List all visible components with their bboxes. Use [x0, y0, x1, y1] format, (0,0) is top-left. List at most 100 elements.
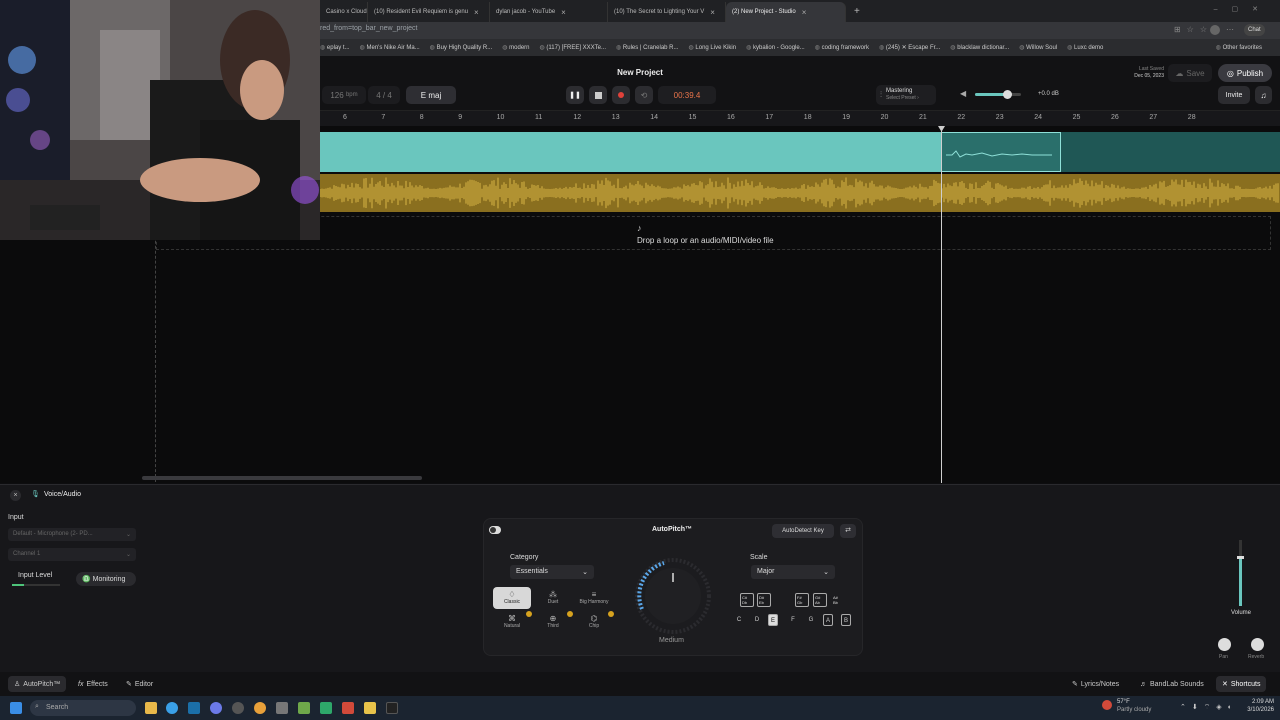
bpm-field[interactable]: 126 bpm [322, 86, 366, 104]
edge-icon[interactable] [166, 702, 178, 714]
playhead-handle[interactable] [938, 126, 945, 132]
playhead[interactable] [941, 126, 942, 483]
close-tab-icon[interactable]: × [710, 8, 715, 17]
autopitch-settings-button[interactable]: ⇄ [840, 524, 856, 538]
channel-select[interactable]: Channel 1 ⌄ [8, 548, 136, 561]
minecraft-icon[interactable] [298, 702, 310, 714]
browser-tab[interactable]: dylan jacob - YouTube × [490, 2, 608, 22]
bookmark-item[interactable]: coding framework [815, 44, 869, 51]
loop-button[interactable]: ⟲ [635, 86, 653, 104]
autodetect-key-button[interactable]: AutoDetect Key [772, 524, 834, 538]
bookmark-item[interactable]: (117) [FREE] XXXTe... [540, 44, 606, 51]
window-controls[interactable]: –▢✕ [1214, 5, 1272, 13]
reverb-knob[interactable] [1251, 638, 1264, 651]
tab-lyrics-notes[interactable]: ✎ Lyrics/Notes [1066, 676, 1125, 692]
close-tab-icon[interactable]: × [561, 8, 566, 17]
weather-icon[interactable] [1102, 700, 1112, 710]
monitoring-toggle[interactable]: ♎ Monitoring [76, 572, 136, 586]
close-panel-button[interactable]: × [10, 490, 21, 501]
bookmark-item[interactable]: blacklaw dictionar... [950, 44, 1009, 51]
preset-duet[interactable]: ⁂ Duet [534, 587, 572, 609]
drop-zone[interactable]: ♪ Drop a loop or an audio/MIDI/video fil… [156, 216, 1271, 250]
key-f[interactable]: F [788, 614, 798, 626]
stop-button[interactable] [589, 86, 607, 104]
gold-audio-region[interactable] [319, 174, 1280, 212]
obs-icon[interactable] [386, 702, 398, 714]
new-tab-button[interactable]: + [854, 6, 860, 17]
browser-tab[interactable]: (10) The Secret to Lighting Your V × [608, 2, 726, 22]
input-device-select[interactable]: Default - Microphone (2- PD... ⌄ [8, 528, 136, 541]
save-button[interactable]: ☁ Save [1168, 64, 1212, 82]
key-c[interactable]: C [734, 614, 744, 626]
steam-icon[interactable] [188, 702, 200, 714]
weather-widget[interactable]: 57°F Partly cloudy [1117, 698, 1151, 714]
project-title[interactable]: New Project [600, 68, 680, 77]
bookmark-item[interactable]: Rules | Cranelab R... [616, 44, 679, 51]
teal-selected-region[interactable] [941, 132, 1061, 172]
pause-button[interactable]: ❚❚ [566, 86, 584, 104]
record-button[interactable] [612, 86, 630, 104]
browser-tab-active[interactable]: (2) New Project - Studio × [726, 2, 846, 22]
tab-autopitch[interactable]: ♙ AutoPitch™ [8, 676, 67, 692]
horizontal-scrollbar[interactable] [142, 476, 422, 480]
key-c-sharp[interactable]: C# Db [740, 593, 754, 607]
invite-button[interactable]: Invite [1218, 86, 1250, 104]
profile-avatar[interactable] [1210, 25, 1220, 35]
close-tab-icon[interactable]: × [802, 8, 807, 17]
app-icon[interactable] [342, 702, 354, 714]
time-signature-field[interactable]: 4 / 4 [368, 86, 400, 104]
mastering-button[interactable]: ⫶ Mastering Select Preset › [876, 85, 936, 105]
key-a-sharp[interactable]: A# Bb [831, 593, 845, 607]
master-volume-slider[interactable] [975, 90, 1021, 99]
chrome-icon[interactable] [254, 702, 266, 714]
tab-editor[interactable]: ✎ Editor [120, 676, 159, 692]
bookmark-item[interactable]: Buy High Quality R... [430, 44, 493, 51]
bookmark-item[interactable]: kybalion - Google... [746, 44, 805, 51]
system-tray-icons[interactable]: ⌃⬇⌔◈◐ [1180, 703, 1238, 712]
track-volume-slider[interactable] [1237, 540, 1244, 606]
key-f-sharp[interactable]: F# Gb [795, 593, 809, 607]
github-icon[interactable] [232, 702, 244, 714]
app-icon[interactable] [364, 702, 376, 714]
key-g-sharp[interactable]: G# Ab [813, 593, 827, 607]
preset-classic[interactable]: ♢ Classic [493, 587, 531, 609]
chat-button[interactable]: Chat [1244, 24, 1265, 36]
close-tab-icon[interactable]: × [474, 8, 479, 17]
key-b[interactable]: B [841, 614, 851, 626]
autopitch-power-toggle[interactable] [489, 526, 501, 534]
key-a[interactable]: A [823, 614, 833, 626]
teal-region-dim[interactable] [1061, 132, 1280, 172]
tab-shortcuts[interactable]: ✕ Shortcuts [1216, 676, 1267, 692]
key-field[interactable]: E maj [406, 86, 456, 104]
track-volume-handle[interactable] [1237, 556, 1244, 559]
timeline-ruler[interactable]: 6 7 8 9 10 11 12 13 14 15 16 17 18 19 20 21 22 23 24 25 26 27… [320, 111, 1280, 126]
bookmark-item[interactable]: (245) ✕ Escape Fr... [879, 44, 940, 51]
discord-icon[interactable] [210, 702, 222, 714]
clock[interactable]: 2:09 AM 3/10/2026 [1234, 698, 1274, 714]
bookmark-item[interactable]: Long Live Kikin [689, 44, 736, 51]
master-volume-knob[interactable] [1003, 90, 1013, 99]
tab-effects[interactable]: fx Effects [72, 676, 114, 692]
scale-select[interactable]: Major ⌄ [751, 565, 835, 579]
strength-knob[interactable] [634, 557, 712, 635]
key-d-sharp[interactable]: D# Eb [757, 593, 771, 607]
browser-tab[interactable]: Casino x Cloud× [320, 2, 368, 22]
bookmark-item[interactable]: eplay t... [320, 44, 350, 51]
other-favorites[interactable]: Other favorites [1216, 44, 1262, 51]
publish-button[interactable]: ◎ Publish [1218, 64, 1272, 82]
key-g[interactable]: G [806, 614, 816, 626]
category-select[interactable]: Essentials ⌄ [510, 565, 594, 579]
key-e[interactable]: E [768, 614, 778, 626]
taskbar-search[interactable]: ⌕ Search [30, 700, 136, 716]
windows-start-icon[interactable] [10, 702, 22, 714]
notifications-button[interactable]: ♫ [1255, 86, 1272, 104]
tab-bandlab-sounds[interactable]: ♬ BandLab Sounds [1134, 676, 1210, 692]
url-text[interactable]: red_from=top_bar_new_project [320, 25, 417, 32]
bookmark-item[interactable]: modern [502, 44, 529, 51]
app-icon[interactable] [320, 702, 332, 714]
bookmark-item[interactable]: Willow Soul [1019, 44, 1057, 51]
store-icon[interactable] [276, 702, 288, 714]
bookmark-item[interactable]: Men's Nike Air Ma... [360, 44, 420, 51]
file-explorer-icon[interactable] [145, 702, 157, 714]
key-d[interactable]: D [752, 614, 762, 626]
